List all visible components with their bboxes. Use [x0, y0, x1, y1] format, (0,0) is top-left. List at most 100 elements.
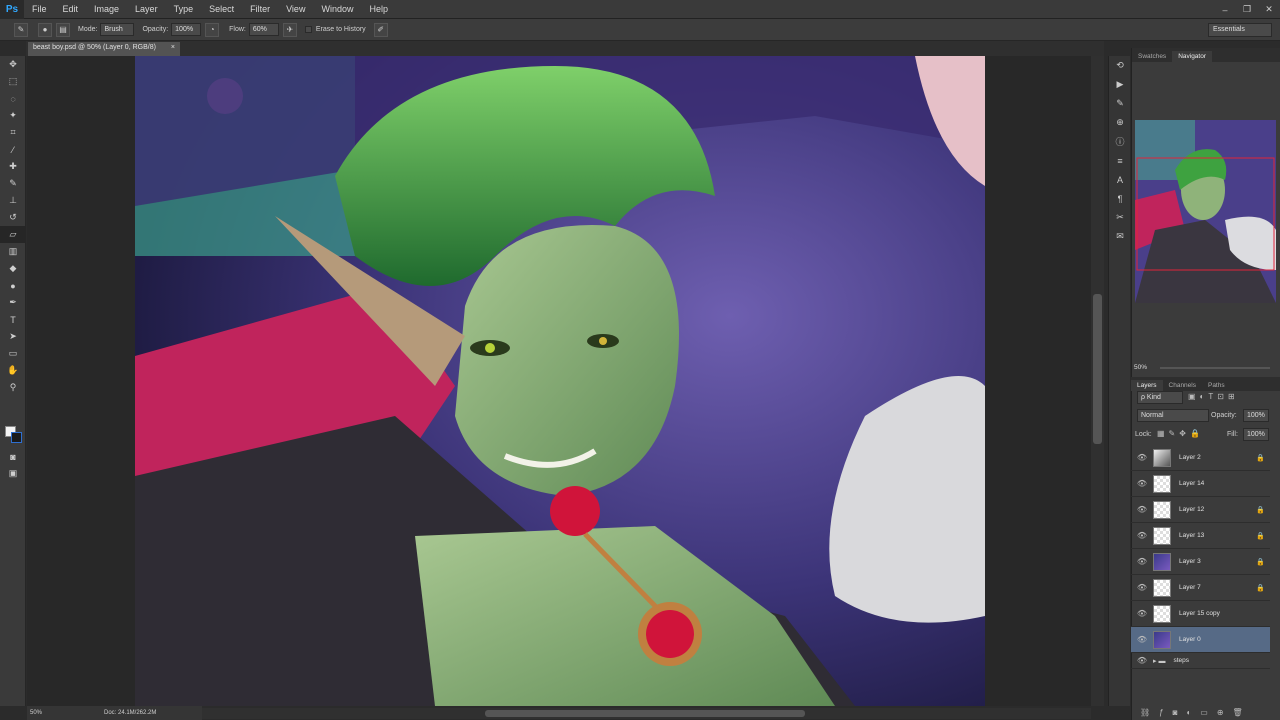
erase-history-checkbox[interactable]: [304, 26, 312, 33]
menu-file[interactable]: File: [24, 4, 55, 14]
layer-thumbnail[interactable]: [1153, 630, 1171, 649]
history-brush-tool-icon[interactable]: ↺: [0, 209, 26, 226]
tab-swatches[interactable]: Swatches: [1132, 51, 1172, 62]
marquee-tool-icon[interactable]: ⬚: [0, 73, 26, 90]
menu-select[interactable]: Select: [201, 4, 242, 14]
document-tab[interactable]: beast boy.psd @ 50% (Layer 0, RGB/8) ×: [28, 42, 180, 56]
history-panel-icon[interactable]: ⟲: [1109, 56, 1131, 75]
quick-mask-icon[interactable]: ◙: [0, 448, 26, 465]
vertical-scrollbar[interactable]: [1091, 56, 1104, 706]
layer-row[interactable]: 👁 Layer 2 🔒: [1131, 445, 1270, 471]
layer-row[interactable]: 👁 Layer 3 🔒: [1131, 549, 1270, 575]
crop-tool-icon[interactable]: ⌗: [0, 124, 26, 141]
quick-select-tool-icon[interactable]: ✦: [0, 107, 26, 124]
layer-thumbnail[interactable]: [1153, 604, 1171, 623]
layer-row[interactable]: 👁 Layer 0: [1131, 627, 1270, 653]
lasso-tool-icon[interactable]: ◌: [0, 90, 26, 107]
path-select-tool-icon[interactable]: ➤: [0, 328, 26, 345]
menu-layer[interactable]: Layer: [127, 4, 166, 14]
type-tool-icon[interactable]: T: [0, 311, 26, 328]
layer-row[interactable]: 👁 Layer 13 🔒: [1131, 523, 1270, 549]
tab-navigator[interactable]: Navigator: [1172, 51, 1213, 62]
navigator-thumbnail[interactable]: [1135, 120, 1276, 303]
navigator-zoom-slider[interactable]: [1160, 367, 1270, 369]
brush-tool-icon[interactable]: ✎: [0, 175, 26, 192]
pen-tool-icon[interactable]: ✒: [0, 294, 26, 311]
info-panel-icon[interactable]: ⓘ: [1109, 132, 1131, 151]
tab-paths[interactable]: Paths: [1202, 380, 1231, 391]
visibility-eye-icon[interactable]: 👁: [1131, 531, 1153, 540]
background-color[interactable]: [11, 432, 22, 443]
visibility-eye-icon[interactable]: 👁: [1131, 656, 1153, 665]
restore-button[interactable]: ❐: [1236, 0, 1258, 19]
stamp-tool-icon[interactable]: ⊥: [0, 192, 26, 209]
actions-panel-icon[interactable]: ▶: [1109, 75, 1131, 94]
visibility-eye-icon[interactable]: 👁: [1131, 583, 1153, 592]
menu-window[interactable]: Window: [313, 4, 361, 14]
mode-select[interactable]: Brush: [100, 23, 135, 36]
layer-row[interactable]: 👁 ▸ ▬ steps: [1131, 653, 1270, 669]
paragraph-panel-icon[interactable]: ¶: [1109, 189, 1131, 208]
flow-field[interactable]: 60%: [248, 23, 279, 36]
blur-tool-icon[interactable]: ◆: [0, 260, 26, 277]
visibility-eye-icon[interactable]: 👁: [1131, 453, 1153, 462]
screen-mode-icon[interactable]: ▣: [0, 465, 26, 482]
tab-channels[interactable]: Channels: [1163, 380, 1202, 391]
gradient-tool-icon[interactable]: ▥: [0, 243, 26, 260]
menu-help[interactable]: Help: [361, 4, 396, 14]
eraser-tool-icon[interactable]: ✎: [14, 22, 28, 37]
visibility-eye-icon[interactable]: 👁: [1131, 609, 1153, 618]
tab-close-icon[interactable]: ×: [171, 44, 175, 54]
dodge-tool-icon[interactable]: ●: [0, 277, 26, 294]
close-button[interactable]: ✕: [1258, 0, 1280, 19]
zoom-tool-icon[interactable]: ⚲: [0, 379, 26, 396]
workspace-select[interactable]: Essentials: [1208, 23, 1272, 37]
eraser-tool-icon[interactable]: ▱: [0, 226, 26, 243]
menu-image[interactable]: Image: [86, 4, 127, 14]
layer-kind-filter[interactable]: ρ Kind: [1137, 391, 1183, 404]
layer-thumbnail[interactable]: [1153, 448, 1171, 467]
artwork-canvas[interactable]: [135, 56, 985, 706]
brush-preset-icon[interactable]: ●: [38, 22, 52, 37]
move-tool-icon[interactable]: ✥: [0, 56, 26, 73]
menu-type[interactable]: Type: [166, 4, 202, 14]
layer-thumbnail[interactable]: [1153, 526, 1171, 545]
vertical-scroll-thumb[interactable]: [1093, 294, 1102, 444]
hand-tool-icon[interactable]: ✋: [0, 362, 26, 379]
layer-panel-footer-icons[interactable]: ⛓ƒ◙◐▭⊕🗑: [1140, 708, 1252, 717]
layer-thumbnail[interactable]: [1153, 578, 1171, 597]
eyedropper-tool-icon[interactable]: ⁄: [0, 141, 26, 158]
shape-tool-icon[interactable]: ▭: [0, 345, 26, 362]
layer-thumbnail[interactable]: [1153, 552, 1171, 571]
clone-source-icon[interactable]: ⊕: [1109, 113, 1131, 132]
pressure-size-icon[interactable]: ✐: [373, 22, 388, 37]
visibility-eye-icon[interactable]: 👁: [1131, 557, 1153, 566]
fill-field[interactable]: 100%: [1243, 428, 1269, 441]
menu-edit[interactable]: Edit: [55, 4, 87, 14]
layer-thumbnail[interactable]: [1153, 474, 1171, 493]
status-zoom[interactable]: 50%: [30, 710, 64, 716]
airbrush-icon[interactable]: ✈: [282, 22, 297, 37]
healing-tool-icon[interactable]: ✚: [0, 158, 26, 175]
layer-row[interactable]: 👁 Layer 15 copy: [1131, 601, 1270, 627]
menu-view[interactable]: View: [278, 4, 313, 14]
visibility-eye-icon[interactable]: 👁: [1131, 479, 1153, 488]
folder-icon[interactable]: ▸ ▬: [1153, 657, 1165, 665]
visibility-eye-icon[interactable]: 👁: [1131, 635, 1153, 644]
layer-row[interactable]: 👁 Layer 12 🔒: [1131, 497, 1270, 523]
lock-icons[interactable]: ▦✎✥🔒: [1157, 429, 1204, 438]
visibility-eye-icon[interactable]: 👁: [1131, 505, 1153, 514]
minimize-button[interactable]: –: [1214, 0, 1236, 19]
tool-presets-icon[interactable]: ✂: [1109, 208, 1131, 227]
notes-panel-icon[interactable]: ✉: [1109, 227, 1131, 246]
color-swatches[interactable]: [5, 426, 23, 444]
layer-row[interactable]: 👁 Layer 14: [1131, 471, 1270, 497]
layer-opacity-field[interactable]: 100%: [1243, 409, 1269, 422]
horizontal-scrollbar[interactable]: [200, 708, 1091, 719]
brush-panel-icon[interactable]: ▤: [56, 22, 70, 37]
blend-mode-select[interactable]: Normal: [1137, 409, 1209, 422]
layer-filter-icons[interactable]: ▣◐T⊡⊞: [1188, 392, 1239, 401]
adjustments-panel-icon[interactable]: ≡: [1109, 151, 1131, 170]
pressure-opacity-icon[interactable]: ◔: [205, 22, 220, 37]
layer-thumbnail[interactable]: [1153, 500, 1171, 519]
